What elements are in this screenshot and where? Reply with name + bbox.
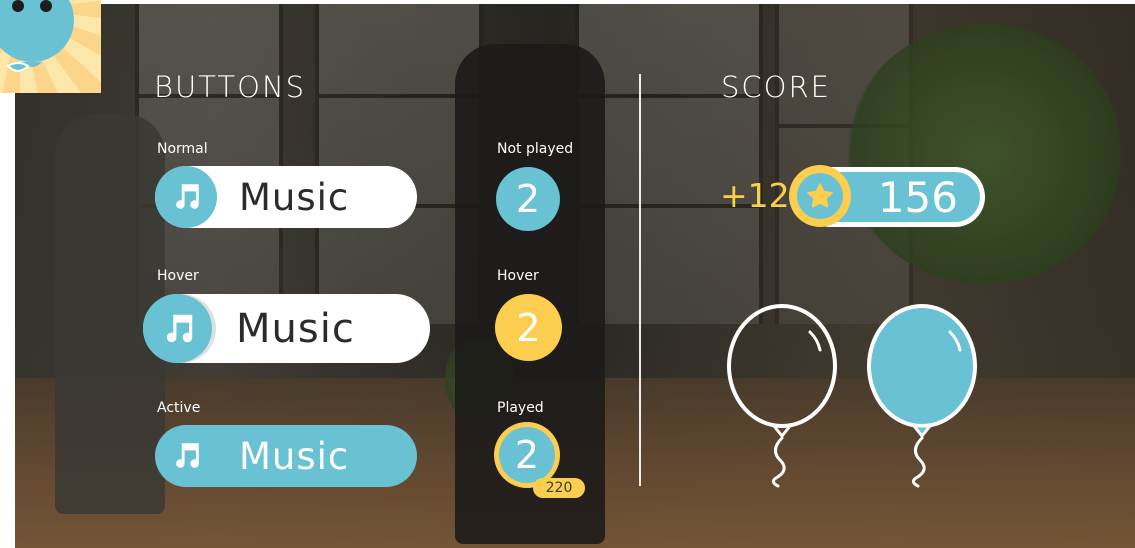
star-badge xyxy=(789,165,851,227)
music-note-icon xyxy=(155,166,217,228)
mascot-avatar xyxy=(0,0,101,93)
music-button-normal[interactable]: Music xyxy=(155,166,417,228)
music-button-label: Music xyxy=(239,434,350,478)
star-icon xyxy=(807,183,833,208)
not-played-label: Not played xyxy=(497,141,574,157)
hover-label: Hover xyxy=(157,268,199,284)
balloon-mascot-icon xyxy=(0,0,74,72)
section-divider xyxy=(639,74,641,486)
number-hover-label: Hover xyxy=(497,268,539,284)
music-note-icon xyxy=(155,425,217,487)
score-increment: +12 xyxy=(720,176,790,215)
buttons-title: BUTTONS xyxy=(154,70,307,104)
music-button-label: Music xyxy=(236,305,355,352)
number-button-not-played[interactable]: 2 xyxy=(496,167,560,231)
played-points-badge: 220 xyxy=(533,478,585,498)
music-button-label: Music xyxy=(239,175,350,219)
score-title: SCORE xyxy=(721,70,831,104)
active-label: Active xyxy=(157,400,201,416)
number-button-hover[interactable]: 2 xyxy=(495,294,562,361)
music-button-active[interactable]: Music xyxy=(155,425,417,487)
played-label: Played xyxy=(497,400,544,416)
balloon-outline-icon xyxy=(727,304,837,488)
music-button-hover[interactable]: Music xyxy=(143,294,430,363)
normal-label: Normal xyxy=(157,141,208,157)
balloon-filled-icon xyxy=(867,304,977,488)
number-button-played[interactable]: 2 xyxy=(499,427,555,483)
music-note-icon xyxy=(143,294,212,363)
